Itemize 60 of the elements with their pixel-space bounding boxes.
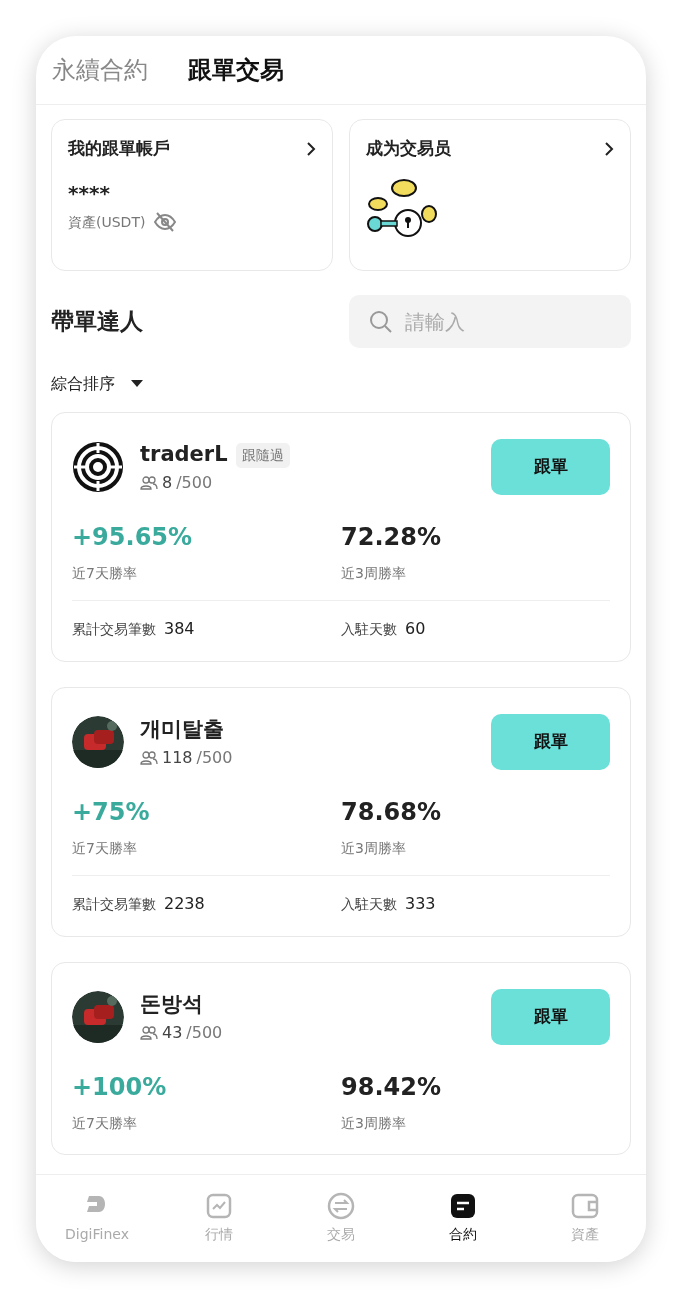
eye-hidden-icon[interactable] (153, 212, 178, 232)
stat-label: 入駐天數 (341, 619, 397, 639)
follower-count: 8 (162, 471, 173, 494)
search-field[interactable]: 請輸入 (349, 295, 631, 348)
card-title: 我的跟單帳戶 (68, 137, 170, 160)
stat-value: 60 (405, 618, 426, 640)
win-rate-value: 98.42% (341, 1072, 442, 1103)
stat-value: 2238 (164, 893, 205, 915)
win-rate-value: 72.28% (341, 522, 442, 553)
become-trader-card[interactable]: 成为交易员 (349, 119, 631, 271)
chevron-right-icon (604, 140, 614, 157)
chart-icon (205, 1192, 233, 1220)
follower-capacity: /500 (176, 471, 213, 494)
follower-capacity: /500 (186, 1021, 223, 1044)
trader-name: traderL (140, 441, 228, 469)
stat-value: 384 (164, 618, 195, 640)
caret-down-icon (131, 380, 143, 388)
stat-label: 累計交易筆數 (72, 619, 156, 639)
trader-name: 돈방석 (140, 991, 203, 1019)
avatar-logo-icon (72, 441, 124, 493)
follower-count: 118 (162, 746, 193, 769)
exchange-icon (327, 1192, 355, 1220)
section-title: 帶單達人 (51, 307, 143, 337)
key-coins-drawing (366, 177, 438, 240)
stat-label: 近3周勝率 (341, 1114, 407, 1133)
users-icon (140, 750, 158, 765)
stat-label: 近7天勝率 (72, 564, 138, 583)
chevron-right-icon (306, 140, 316, 157)
roi-value: +95.65% (72, 522, 194, 553)
roi-value: +75% (72, 797, 151, 828)
users-icon (140, 475, 158, 490)
followed-badge: 跟隨過 (235, 442, 290, 468)
stat-value: 333 (405, 893, 436, 915)
hidden-balance: **** (68, 179, 111, 207)
win-rate-value: 78.68% (341, 797, 442, 828)
wallet-icon (571, 1192, 599, 1220)
follower-capacity: /500 (196, 746, 233, 769)
stat-label: 近7天勝率 (72, 839, 138, 858)
stat-label: 累計交易筆數 (72, 894, 156, 914)
roi-value: +100% (72, 1072, 168, 1103)
stat-label: 近7天勝率 (72, 1114, 138, 1133)
stat-label: 入駐天數 (341, 894, 397, 914)
account-card[interactable]: 我的跟單帳戶 **** 資產(USDT) (51, 119, 333, 271)
trader-name: 개미탈출 (140, 716, 224, 744)
search-input[interactable]: 請輸入 (403, 305, 583, 338)
tab[interactable]: 永續合約 (52, 52, 148, 88)
users-icon (140, 1025, 158, 1040)
card-title: 成为交易员 (366, 137, 451, 160)
search-icon (369, 309, 393, 334)
follow-button[interactable]: 跟單 (491, 439, 610, 495)
follower-count: 43 (162, 1021, 183, 1044)
stat-label: 近3周勝率 (341, 564, 407, 583)
follow-button[interactable]: 跟單 (491, 989, 610, 1045)
sort-dropdown[interactable]: 綜合排序 (51, 372, 143, 396)
follow-button[interactable]: 跟單 (491, 714, 610, 770)
nav-tab[interactable]: 合約 (402, 1175, 524, 1262)
stat-label: 近3周勝率 (341, 839, 407, 858)
document-icon (449, 1192, 477, 1220)
tab[interactable]: 跟單交易 (188, 52, 284, 88)
balance-label: 資產(USDT) (68, 212, 146, 232)
